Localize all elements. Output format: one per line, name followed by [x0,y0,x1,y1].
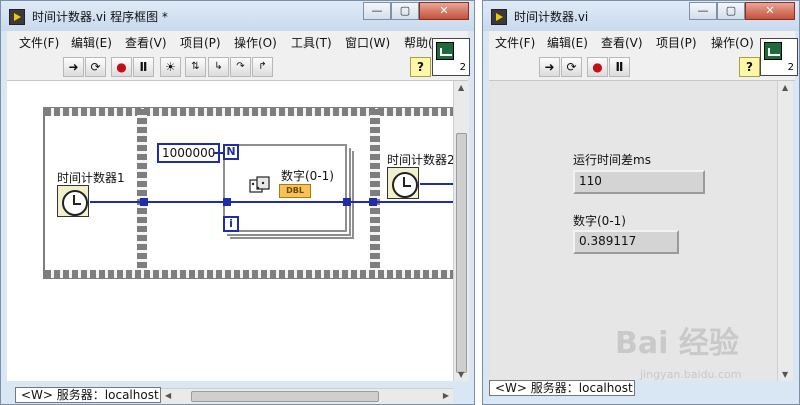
minimize-button[interactable]: — [363,2,391,20]
wire[interactable] [377,201,453,203]
wire[interactable] [231,201,345,203]
baidu-watermark: Bai 经验 [615,326,739,361]
time-difference-label: 运行时间差ms [573,153,651,167]
dbl-indicator[interactable]: DBL [279,184,311,198]
watermark-url: jingyan.baidu.com [640,368,742,381]
horizontal-scrollbar[interactable]: ◀ ▶ [161,388,453,404]
menu-bar: 文件(F) 编辑(E) 查看(V) 项目(P) 操作(O) 工具(T) 窗口(W… [7,31,468,53]
sequence-tunnel[interactable] [369,198,377,206]
labview-vi-icon [9,9,25,25]
scrollbar-thumb[interactable] [456,133,467,373]
menu-operate[interactable]: 操作(O) [234,34,277,51]
title-bar[interactable]: 时间计数器.vi 程序框图 * — ▢ ✕ [1,1,474,31]
menu-operate[interactable]: 操作(O) [711,34,754,51]
step-out-icon[interactable]: ↱ [252,57,273,77]
menu-edit[interactable]: 编辑(E) [547,34,588,51]
menu-tools[interactable]: 工具(T) [291,34,332,51]
timer1-label: 时间计数器1 [57,171,125,185]
step-over-icon[interactable]: ↷ [230,57,251,77]
random-number-label: 数字(0-1) [573,214,626,228]
vertical-scrollbar[interactable]: ▲ ▼ [777,81,793,381]
loop-count-terminal[interactable]: N [223,144,239,160]
loop-tunnel[interactable] [223,198,231,206]
pause-icon[interactable]: Ⅱ [609,57,630,77]
random-number-label: 数字(0-1) [281,169,334,183]
time-difference-indicator[interactable]: 110 [573,170,705,194]
menu-view[interactable]: 查看(V) [125,34,167,51]
wire[interactable] [90,201,142,203]
abort-icon[interactable]: ● [111,57,132,77]
wire[interactable] [420,183,453,185]
status-bar: <W> 服务器：localhost [15,387,161,403]
clock-icon[interactable] [387,167,419,199]
help-icon[interactable]: ? [739,57,760,77]
clock-icon[interactable] [57,185,89,217]
vertical-scrollbar[interactable]: ▲ ▼ [453,81,469,381]
scroll-down-icon[interactable]: ▼ [782,370,788,379]
menu-file[interactable]: 文件(F) [495,34,535,51]
run-continuously-icon[interactable]: ⟳ [561,57,582,77]
run-icon[interactable]: ➜ [63,57,84,77]
random-number-indicator[interactable]: 0.389117 [573,230,679,254]
wire[interactable] [213,152,223,154]
sequence-frame-separator [370,109,380,277]
iteration-terminal[interactable]: i [223,216,239,232]
sequence-tunnel[interactable] [140,198,148,206]
highlight-execution-icon[interactable]: ☀ [160,57,181,77]
maximize-button[interactable]: ▢ [717,2,745,20]
toolbar: ➜ ⟳ ● Ⅱ ☀ ⇅ ↳ ↷ ↱ ? [7,53,468,81]
menu-edit[interactable]: 编辑(E) [71,34,112,51]
vi-icon [764,42,782,60]
step-into-icon[interactable]: ↳ [208,57,229,77]
block-diagram-canvas[interactable]: 时间计数器1 1000000 N i 数字(0-1) DBL 时间计数器2 [7,81,453,381]
menu-bar: 文件(F) 编辑(E) 查看(V) 项目(P) 操作(O) [489,31,795,53]
help-icon[interactable]: ? [410,57,431,77]
menu-file[interactable]: 文件(F) [19,34,59,51]
window-title: 时间计数器.vi 程序框图 * [32,10,168,24]
abort-icon[interactable]: ● [587,57,608,77]
scroll-up-icon[interactable]: ▲ [782,83,788,92]
maximize-button[interactable]: ▢ [391,2,419,20]
vi-icon [436,42,454,60]
status-bar: <W> 服务器：localhost [489,380,635,396]
timer2-label: 时间计数器2 [387,153,453,167]
scroll-up-icon[interactable]: ▲ [458,83,464,92]
sequence-frame-separator [137,109,147,277]
connector-pane-icon[interactable]: 2 [432,38,470,76]
loop-tunnel[interactable] [343,198,351,206]
toolbar: ➜ ⟳ ● Ⅱ ? [489,53,795,81]
wire[interactable] [148,201,224,203]
scroll-right-icon[interactable]: ▶ [443,391,449,400]
dice-icon[interactable] [249,176,271,196]
close-button[interactable]: ✕ [745,2,795,20]
menu-project[interactable]: 项目(P) [656,34,697,51]
connector-pane-icon[interactable]: 2 [760,38,798,76]
scroll-left-icon[interactable]: ◀ [165,391,171,400]
menu-view[interactable]: 查看(V) [601,34,643,51]
menu-project[interactable]: 项目(P) [180,34,221,51]
menu-window[interactable]: 窗口(W) [345,34,390,51]
run-icon[interactable]: ➜ [539,57,560,77]
close-button[interactable]: ✕ [419,2,469,20]
retain-wire-values-icon[interactable]: ⇅ [185,57,206,77]
pause-icon[interactable]: Ⅱ [133,57,154,77]
scrollbar-thumb[interactable] [191,391,379,402]
loop-count-constant[interactable]: 1000000 [157,143,221,163]
window-title: 时间计数器.vi [514,10,589,24]
labview-vi-icon [491,9,507,25]
connector-number: 2 [787,62,794,73]
scroll-down-icon[interactable]: ▼ [458,370,464,379]
connector-number: 2 [459,62,466,73]
minimize-button[interactable]: — [689,2,717,20]
title-bar[interactable]: 时间计数器.vi — ▢ ✕ [483,1,799,31]
block-diagram-window: 时间计数器.vi 程序框图 * — ▢ ✕ 文件(F) 编辑(E) 查看(V) … [0,0,475,405]
menu-help[interactable]: 帮助( [404,34,433,51]
run-continuously-icon[interactable]: ⟳ [85,57,106,77]
